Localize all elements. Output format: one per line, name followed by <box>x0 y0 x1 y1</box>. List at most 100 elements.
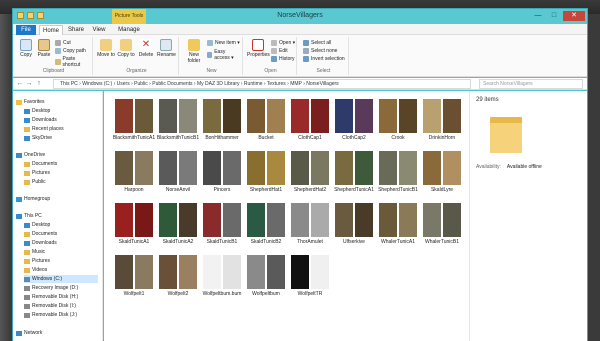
file-item[interactable]: WolfpeltTR <box>282 253 338 303</box>
maximize-button[interactable]: □ <box>547 11 561 21</box>
nav-od-public[interactable]: Public <box>24 178 46 186</box>
copy-button[interactable]: Copy <box>17 39 35 58</box>
file-item[interactable]: SkaldLyre <box>414 149 470 199</box>
select-all-label: Select all <box>311 40 332 46</box>
thumbnail-swatch-left <box>203 255 221 289</box>
nav-homegroup-label: Homegroup <box>24 196 51 202</box>
thumbnail-swatch-right <box>443 203 461 237</box>
thumbnail-swatch-right <box>443 99 461 133</box>
search-input[interactable]: Search NorseVillagers <box>479 79 583 89</box>
nav-od-documents[interactable]: Documents <box>24 160 57 168</box>
cloud-icon <box>16 152 22 158</box>
nav-onedrive[interactable]: OneDrive <box>16 151 45 159</box>
nav-removable-j[interactable]: Removable Disk (J:) <box>24 311 77 319</box>
new-folder-label: New folder <box>187 52 201 64</box>
up-button[interactable]: ↑ <box>35 79 43 88</box>
select-none-icon <box>303 48 309 54</box>
minimize-button[interactable]: — <box>531 11 545 21</box>
paste-shortcut-icon <box>55 59 61 65</box>
thumbnail-swatch-left <box>335 151 353 185</box>
open-group: Properties Open ▾ Edit History Open <box>245 37 297 75</box>
nav-od-pictures[interactable]: Pictures <box>24 169 50 177</box>
thumbnail-swatch-right <box>443 151 461 185</box>
drive-icon <box>24 285 30 291</box>
new-item-button[interactable]: New item ▾ <box>207 40 240 46</box>
rename-icon <box>160 39 172 51</box>
nav-pc-music[interactable]: Music <box>24 248 45 256</box>
history-label: History <box>279 56 295 62</box>
window-controls: — □ ✕ <box>531 11 585 21</box>
edit-label: Edit <box>279 48 288 54</box>
nav-recovery-d[interactable]: Recovery Image (D:) <box>24 284 78 292</box>
copy-path-button[interactable]: Copy path <box>55 48 86 54</box>
file-thumbnail <box>420 97 464 135</box>
nav-pc-downloads[interactable]: Downloads <box>24 239 57 247</box>
nav-skydrive[interactable]: SkyDrive <box>24 134 52 142</box>
nav-pc-desktop[interactable]: Desktop <box>24 221 50 229</box>
rename-button[interactable]: Rename <box>157 39 176 58</box>
thumbnail-swatch-left <box>379 151 397 185</box>
move-to-label: Move to <box>97 52 115 58</box>
title-bar: Picture Tools NorseVillagers — □ ✕ <box>13 9 587 24</box>
paste-button[interactable]: Paste <box>35 39 53 58</box>
nav-network[interactable]: Network <box>16 329 42 337</box>
nav-favorites[interactable]: Favorites <box>16 98 45 106</box>
file-item[interactable]: DrinkinHorn <box>414 97 470 147</box>
nav-homegroup[interactable]: Homegroup <box>16 195 50 203</box>
delete-button[interactable]: ✕ Delete <box>137 39 155 58</box>
new-folder-button[interactable]: New folder <box>183 39 205 64</box>
nav-od-public-label: Public <box>32 179 46 185</box>
thumbnail-swatch-left <box>159 203 177 237</box>
thumbnail-swatch-left <box>159 99 177 133</box>
tab-share[interactable]: Share <box>65 25 87 35</box>
nav-windows-c[interactable]: Windows (C:) <box>24 275 98 283</box>
copy-to-button[interactable]: Copy to <box>117 39 135 58</box>
select-all-button[interactable]: Select all <box>303 40 331 46</box>
rename-label: Rename <box>157 52 176 58</box>
copy-to-label: Copy to <box>117 52 135 58</box>
item-count: 29 items <box>476 97 499 103</box>
cut-button[interactable]: Cut <box>55 40 71 46</box>
properties-button[interactable]: Properties <box>247 39 270 58</box>
thumbnail-swatch-left <box>115 203 133 237</box>
paste-icon <box>38 39 50 51</box>
tab-view[interactable]: View <box>89 25 109 35</box>
history-button[interactable]: History <box>271 56 295 62</box>
invert-selection-button[interactable]: Invert selection <box>303 56 345 62</box>
nav-desktop[interactable]: Desktop <box>24 107 50 115</box>
select-none-button[interactable]: Select none <box>303 48 337 54</box>
easy-access-button[interactable]: Easy access ▾ <box>207 49 242 61</box>
easy-access-label: Easy access ▾ <box>214 49 234 61</box>
organize-group-label: Organize <box>126 68 147 74</box>
nav-pc-documents[interactable]: Documents <box>24 230 57 238</box>
edit-button[interactable]: Edit <box>271 48 288 54</box>
folder-icon <box>490 113 522 153</box>
nav-downloads[interactable]: Downloads <box>24 116 57 124</box>
back-button[interactable]: ← <box>16 79 24 88</box>
tab-home[interactable]: Home <box>39 25 63 35</box>
nav-removable-h[interactable]: Removable Disk (H:) <box>24 293 78 301</box>
nav-desktop-label: Desktop <box>32 108 51 114</box>
tab-file[interactable]: File <box>16 25 36 35</box>
nav-thispc[interactable]: This PC <box>16 212 42 220</box>
open-group-label: Open <box>264 68 277 74</box>
breadcrumb[interactable]: This PC › Windows (C:) › Users › Public … <box>53 79 471 89</box>
explorer-window: Picture Tools NorseVillagers — □ ✕ File … <box>12 8 588 341</box>
nav-removable-j-label: Removable Disk (J:) <box>32 312 78 318</box>
move-to-button[interactable]: Move to <box>97 39 115 58</box>
file-item[interactable]: WhalerTunicB1 <box>414 201 470 251</box>
thumbnail-swatch-left <box>159 151 177 185</box>
paste-shortcut-button[interactable]: Paste shortcut <box>55 56 92 68</box>
nav-recent[interactable]: Recent places <box>24 125 64 133</box>
nav-pc-videos[interactable]: Videos <box>24 266 47 274</box>
forward-button[interactable]: → <box>25 79 33 88</box>
close-button[interactable]: ✕ <box>563 11 585 21</box>
nav-pc-pictures[interactable]: Pictures <box>24 257 50 265</box>
new-group-label: New <box>206 68 217 74</box>
downloads-icon <box>24 117 30 123</box>
open-button[interactable]: Open ▾ <box>271 40 295 46</box>
tab-manage[interactable]: Manage <box>114 25 144 35</box>
nav-removable-i[interactable]: Removable Disk (I:) <box>24 302 76 310</box>
properties-icon <box>252 39 264 51</box>
desktop-icon <box>24 222 30 228</box>
